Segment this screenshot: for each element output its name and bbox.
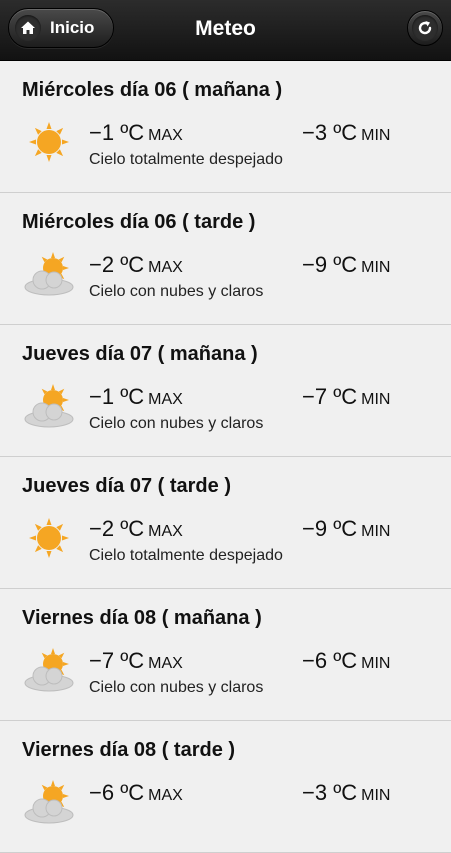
forecast-item[interactable]: Miércoles día 06 ( tarde ) −2 ºC MAX −9 º… — [0, 193, 451, 325]
max-temperature: −7 ºC MAX — [89, 648, 183, 674]
sun-cloud-icon — [22, 383, 76, 429]
top-navigation-bar: Inicio Meteo — [0, 0, 451, 61]
min-value: −3 ºC — [302, 120, 358, 145]
max-label: MAX — [148, 127, 183, 144]
min-temperature: −9 ºC MIN — [302, 516, 390, 542]
sun-icon — [22, 119, 76, 165]
max-label: MAX — [148, 787, 183, 804]
sun-icon — [22, 515, 76, 561]
min-temperature: −3 ºC MIN — [302, 120, 390, 146]
forecast-description: Cielo con nubes y claros — [89, 679, 264, 696]
max-temperature: −6 ºC MAX — [89, 780, 183, 806]
min-value: −3 ºC — [302, 780, 358, 805]
max-value: −2 ºC — [89, 252, 145, 277]
home-button[interactable]: Inicio — [8, 8, 114, 48]
refresh-button[interactable] — [407, 10, 443, 46]
forecast-title: Miércoles día 06 ( mañana ) — [22, 79, 283, 101]
max-value: −1 ºC — [89, 120, 145, 145]
forecast-item[interactable]: Jueves día 07 ( tarde ) −2 ºC MAX −9 ºC MI… — [0, 457, 451, 589]
max-label: MAX — [148, 391, 183, 408]
min-value: −9 ºC — [302, 516, 358, 541]
min-label: MIN — [361, 391, 391, 408]
forecast-title: Miércoles día 06 ( tarde ) — [22, 211, 256, 233]
max-value: −6 ºC — [89, 780, 145, 805]
forecast-item[interactable]: Viernes día 08 ( mañana ) −7 ºC MAX −6 ºC… — [0, 589, 451, 721]
sun-cloud-icon — [22, 251, 76, 297]
refresh-icon — [412, 15, 438, 41]
sun-cloud-icon — [22, 779, 76, 825]
max-temperature: −2 ºC MAX — [89, 516, 183, 542]
max-label: MAX — [148, 655, 183, 672]
max-label: MAX — [148, 523, 183, 540]
max-temperature: −2 ºC MAX — [89, 252, 183, 278]
home-icon — [15, 15, 41, 41]
min-value: −9 ºC — [302, 252, 358, 277]
min-value: −7 ºC — [302, 384, 358, 409]
max-label: MAX — [148, 259, 183, 276]
forecast-item[interactable]: Miércoles día 06 ( mañana ) −1 ºC MAX −3 … — [0, 61, 451, 193]
max-value: −7 ºC — [89, 648, 145, 673]
min-label: MIN — [361, 787, 391, 804]
min-label: MIN — [361, 127, 391, 144]
min-label: MIN — [361, 523, 391, 540]
sun-cloud-icon — [22, 647, 76, 693]
min-temperature: −9 ºC MIN — [302, 252, 390, 278]
forecast-description: Cielo con nubes y claros — [89, 283, 264, 300]
forecast-item[interactable]: Jueves día 07 ( mañana ) −1 ºC MAX −7 ºC M… — [0, 325, 451, 457]
forecast-title: Jueves día 07 ( mañana ) — [22, 343, 258, 365]
min-temperature: −7 ºC MIN — [302, 384, 390, 410]
forecast-list: Miércoles día 06 ( mañana ) −1 ºC MAX −3 … — [0, 61, 451, 853]
forecast-description: Cielo totalmente despejado — [89, 151, 283, 168]
min-value: −6 ºC — [302, 648, 358, 673]
forecast-title: Viernes día 08 ( tarde ) — [22, 739, 236, 761]
max-value: −2 ºC — [89, 516, 145, 541]
forecast-item[interactable]: Viernes día 08 ( tarde ) −6 ºC MAX −3 ºC M… — [0, 721, 451, 853]
forecast-description: Cielo totalmente despejado — [89, 547, 283, 564]
min-label: MIN — [361, 655, 391, 672]
forecast-title: Jueves día 07 ( tarde ) — [22, 475, 231, 497]
max-temperature: −1 ºC MAX — [89, 120, 183, 146]
min-label: MIN — [361, 259, 391, 276]
min-temperature: −6 ºC MIN — [302, 648, 390, 674]
forecast-description: Cielo con nubes y claros — [89, 415, 264, 432]
forecast-title: Viernes día 08 ( mañana ) — [22, 607, 262, 629]
home-button-label: Inicio — [50, 18, 95, 37]
max-value: −1 ºC — [89, 384, 145, 409]
min-temperature: −3 ºC MIN — [302, 780, 390, 806]
max-temperature: −1 ºC MAX — [89, 384, 183, 410]
